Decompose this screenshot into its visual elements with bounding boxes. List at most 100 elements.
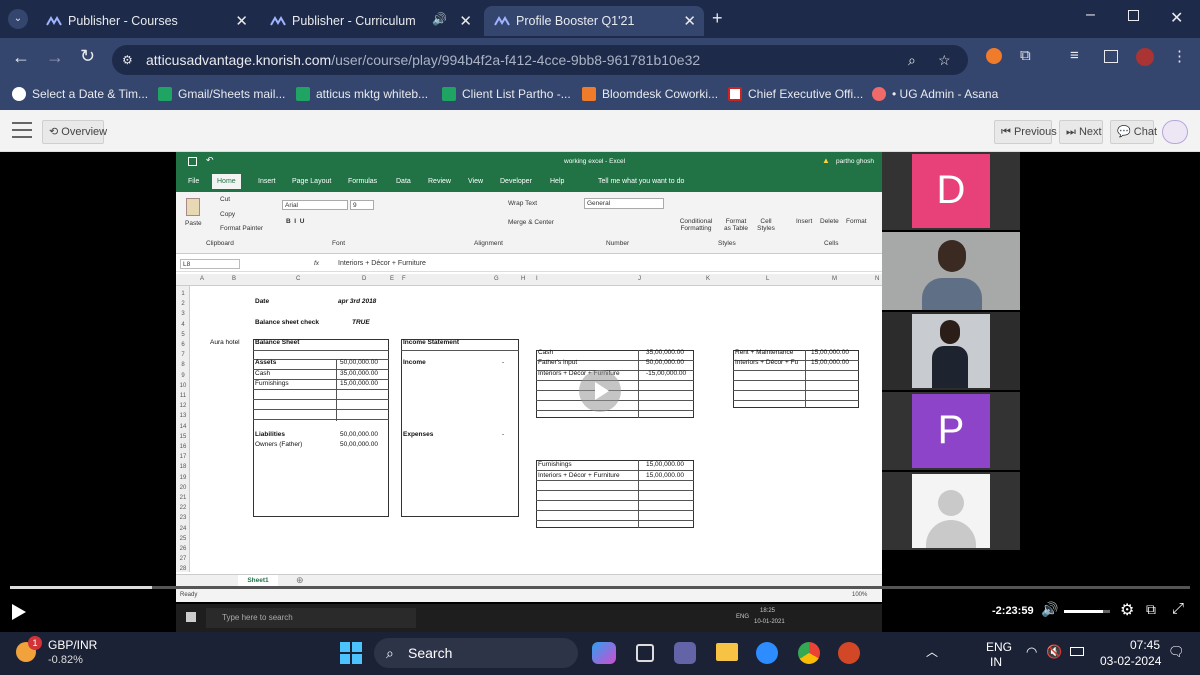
chrome-icon[interactable] [798, 642, 820, 664]
muted-speaker-icon[interactable]: 🔇 [1046, 644, 1062, 660]
overview-button[interactable]: ⟲ Overview [42, 120, 107, 144]
name-box: L8 [180, 259, 240, 269]
reload-icon[interactable]: ↻ [80, 46, 95, 67]
cell-furnishings: Furnishings [255, 379, 289, 387]
volume-track[interactable] [1064, 610, 1110, 613]
row-header: 14 [179, 423, 187, 430]
menu-kebab-icon[interactable]: ⋮ [1172, 47, 1187, 65]
restore-icon[interactable] [1128, 10, 1139, 21]
warning-icon: ▲ [822, 156, 830, 165]
user-avatar[interactable] [1162, 120, 1188, 144]
speaker-icon[interactable]: 🔊 [432, 12, 447, 26]
participant-video-2 [882, 312, 1020, 390]
row-header: 26 [179, 546, 187, 552]
zoom-icon[interactable]: ⌕ [908, 45, 916, 75]
ticker-widget[interactable]: 1 GBP/INR -0.82% [16, 636, 116, 670]
zoom-app-icon[interactable] [756, 642, 778, 664]
side-panel-icon[interactable] [1104, 50, 1118, 63]
grid-line [253, 419, 389, 420]
tab-publisher-courses[interactable]: Publisher - Courses ✕ [36, 6, 256, 36]
minimize-icon[interactable]: – [1086, 6, 1095, 24]
bookmark-item[interactable]: Gmail/Sheets mail... [158, 87, 285, 101]
column-header-a: A [200, 276, 205, 282]
browser-tab-strip: ⌄ Publisher - Courses ✕ Publisher - Curr… [0, 0, 1200, 38]
popout-icon[interactable]: ⧉ [1146, 601, 1156, 618]
delete-cells-label: Delete [820, 218, 839, 225]
media-controls-icon[interactable]: ≡ [1070, 47, 1079, 64]
previous-button[interactable]: ⏮ Previous [994, 120, 1057, 144]
next-button[interactable]: ⏭ Next [1059, 120, 1103, 144]
close-window-icon[interactable]: ✕ [1170, 8, 1183, 28]
grid-line [253, 389, 389, 390]
cell-t2-rent-v: 15,00,000.00 [811, 349, 849, 357]
bookmark-label: Gmail/Sheets mail... [178, 87, 286, 101]
tab-title: Profile Booster Q1'21 [516, 14, 635, 28]
default-avatar [912, 474, 990, 548]
search-icon: ⌕ [386, 645, 394, 661]
close-tab-icon[interactable]: ✕ [459, 12, 472, 30]
battery-icon[interactable] [1070, 647, 1084, 656]
start-windows-icon[interactable] [340, 642, 362, 664]
extensions-puzzle-icon[interactable]: ⧉ [1020, 47, 1031, 64]
cell-t1-cash-v: 35,00,000.00 [646, 349, 684, 357]
chat-button[interactable]: 💬 Chat [1110, 120, 1157, 144]
taskbar-search-box[interactable]: ⌕ Search [374, 638, 578, 668]
tray-chevron-icon[interactable]: ︿ [926, 643, 938, 660]
bookmark-label: atticus mktg whiteb... [316, 87, 429, 101]
knorish-favicon-icon [494, 16, 510, 26]
tab-view: View [468, 178, 484, 185]
copilot-icon[interactable] [592, 642, 616, 664]
url-field[interactable]: ⚙ atticusadvantage.knorish.com/user/cour… [112, 45, 968, 75]
file-explorer-icon[interactable] [716, 643, 738, 661]
site-info-icon[interactable]: ⚙ [122, 45, 133, 75]
hamburger-menu-icon[interactable] [12, 122, 32, 138]
wifi-icon[interactable]: ◠ [1026, 644, 1037, 660]
teams-icon[interactable] [674, 642, 696, 664]
clock-date[interactable]: 03-02-2024 [1100, 654, 1161, 668]
font-name-box: Arial [282, 200, 348, 210]
progress-track[interactable] [10, 586, 1190, 589]
insert-cells-label: Insert [796, 218, 813, 225]
task-view-icon[interactable] [636, 644, 654, 662]
grid-line [536, 500, 694, 501]
bookmark-item[interactable]: atticus mktg whiteb... [296, 87, 428, 101]
tab-page-layout: Page Layout [292, 178, 332, 185]
grid-line [733, 370, 859, 371]
new-tab-icon[interactable]: + [712, 8, 723, 29]
fx-icon: fx [314, 260, 320, 267]
bookmark-item[interactable]: • UG Admin - Asana [872, 87, 998, 101]
column-header-n: N [875, 276, 880, 282]
save-icon [188, 157, 197, 166]
profile-avatar[interactable] [1136, 48, 1154, 66]
grid-line [733, 380, 859, 381]
lang-bottom: IN [990, 655, 1002, 669]
bookmark-item[interactable]: Chief Executive Offi... [728, 87, 863, 101]
tab-publisher-curriculum[interactable]: Publisher - Curriculum 🔊 ✕ [260, 6, 480, 36]
bookmark-item[interactable]: Select a Date & Tim... [12, 87, 148, 101]
bookmark-item[interactable]: Bloomdesk Coworki... [582, 87, 718, 101]
extension-icon[interactable] [986, 48, 1002, 64]
participant-tile-p: P [882, 392, 1020, 470]
close-tab-icon[interactable]: ✕ [235, 12, 248, 30]
calendly-icon [12, 87, 26, 101]
tab-search-icon[interactable]: ⌄ [8, 9, 28, 29]
tab-file: File [188, 178, 200, 185]
powerpoint-icon[interactable] [838, 642, 860, 664]
bookmark-star-icon[interactable]: ☆ [938, 45, 951, 75]
group-number: Number [606, 240, 630, 247]
close-tab-icon[interactable]: ✕ [683, 12, 696, 30]
fullscreen-icon[interactable]: ⤢ [1172, 600, 1184, 617]
bookmark-item[interactable]: Client List Partho -... [442, 87, 571, 101]
forward-icon[interactable]: → [46, 47, 64, 68]
play-overlay-icon[interactable] [579, 370, 621, 412]
back-icon[interactable]: ← [12, 47, 30, 68]
participant-tile-d: D [882, 152, 1020, 230]
excel-title: working excel - Excel [564, 158, 626, 165]
notification-icon[interactable]: 🗨 [1168, 644, 1185, 660]
settings-gear-icon[interactable]: ⚙ [1120, 600, 1134, 620]
play-icon[interactable] [12, 604, 26, 620]
tab-profile-booster[interactable]: Profile Booster Q1'21 ✕ [484, 6, 704, 36]
cell-t2-int: Interiors + Décor + Fu [735, 359, 799, 367]
clock-time[interactable]: 07:45 [1130, 638, 1160, 652]
volume-icon[interactable]: 🔊 [1041, 601, 1058, 618]
